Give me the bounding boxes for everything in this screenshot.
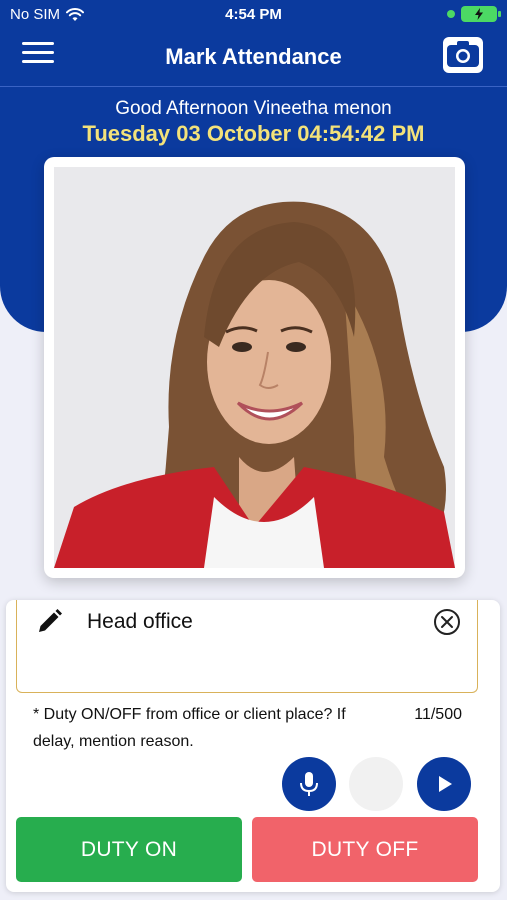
camera-button[interactable] — [443, 37, 483, 73]
camera-icon — [447, 41, 479, 67]
play-button[interactable] — [417, 757, 471, 811]
remark-field — [16, 600, 478, 693]
microphone-button[interactable] — [282, 757, 336, 811]
privacy-indicator-icon — [447, 10, 455, 18]
navigation-bar: Mark Attendance — [0, 30, 507, 85]
clear-icon[interactable] — [433, 608, 461, 636]
photo-card — [44, 157, 465, 578]
status-bar: No SIM 4:54 PM — [0, 0, 507, 30]
page-title: Mark Attendance — [165, 44, 342, 69]
duty-on-button[interactable]: DUTY ON — [16, 817, 242, 882]
remark-hint: * Duty ON/OFF from office or client plac… — [33, 706, 346, 750]
remark-input[interactable] — [87, 610, 417, 634]
status-time: 4:54 PM — [225, 6, 282, 23]
greeting-text: Good Afternoon Vineetha menon — [115, 98, 392, 119]
pencil-icon — [39, 609, 62, 632]
user-photo — [54, 167, 455, 568]
microphone-icon — [300, 772, 318, 796]
duty-off-button[interactable]: DUTY OFF — [252, 817, 478, 882]
nav-divider — [0, 86, 507, 87]
character-counter: 11/500 — [414, 706, 462, 723]
current-datetime: Tuesday 03 October 04:54:42 PM — [82, 121, 425, 146]
status-right — [447, 6, 501, 22]
audio-placeholder-button[interactable] — [349, 757, 403, 811]
battery-charging-icon — [461, 6, 501, 22]
play-icon — [439, 776, 452, 792]
attendance-panel: * Duty ON/OFF from office or client plac… — [6, 600, 500, 892]
